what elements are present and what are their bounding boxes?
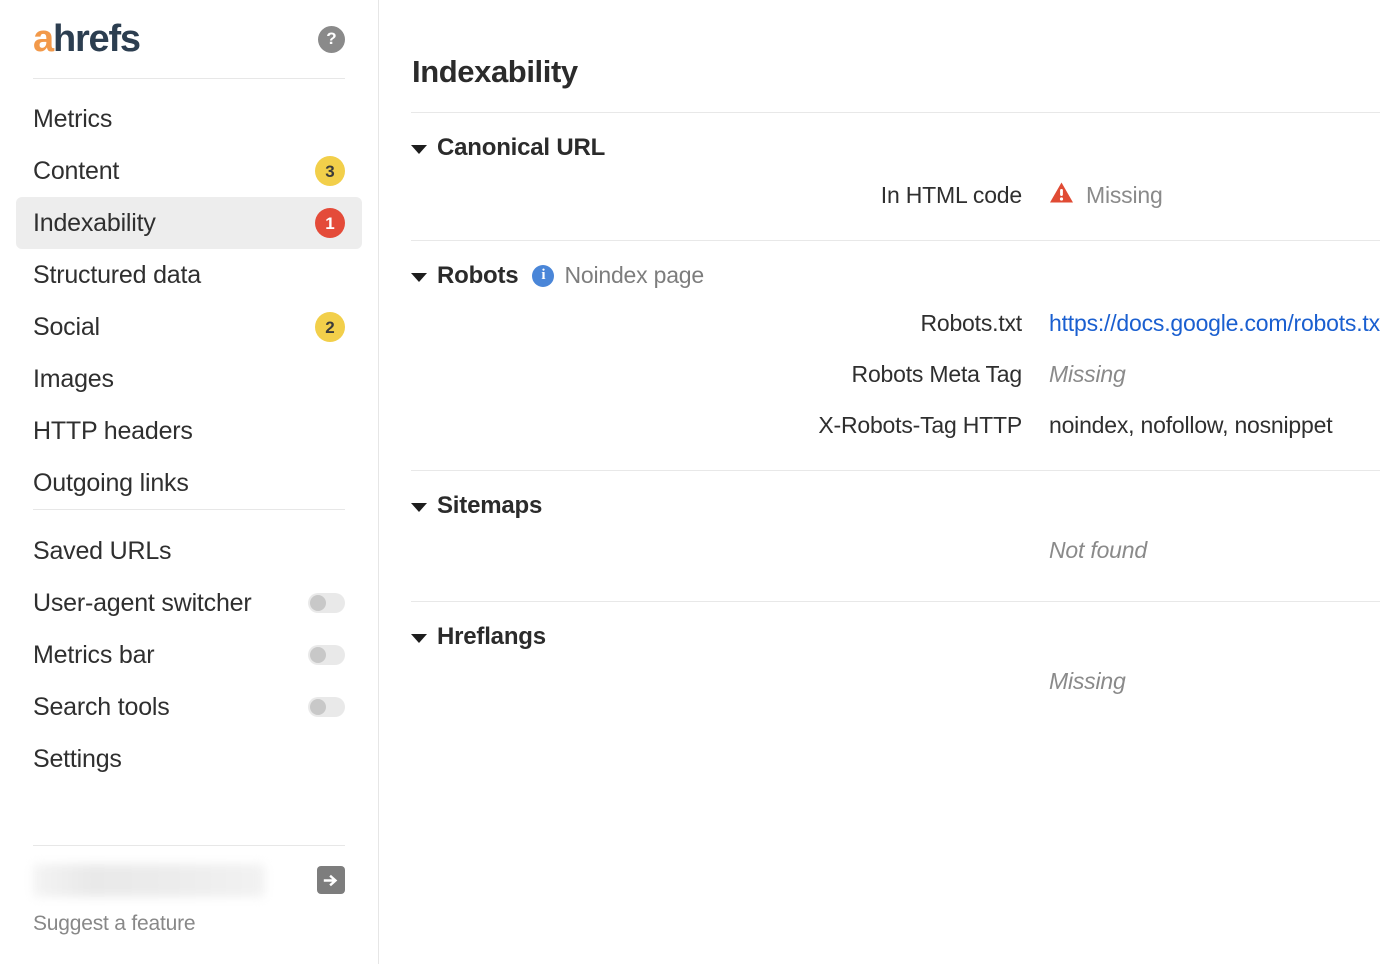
sidebar-footer: Suggest a feature: [16, 845, 362, 964]
page-title: Indexability: [379, 21, 1380, 90]
sidebar-item-label: Metrics: [33, 107, 112, 132]
toggle-metrics-bar[interactable]: [308, 645, 345, 665]
chevron-down-icon[interactable]: [411, 145, 427, 154]
sidebar-item-label: Outgoing links: [33, 471, 189, 496]
sidebar-item-label: Search tools: [33, 695, 170, 720]
info-circle-icon[interactable]: i: [532, 265, 554, 287]
detail-row-value-text: Missing: [1086, 182, 1163, 209]
section-value-text: Not found: [1049, 537, 1147, 564]
sidebar-secondary-nav: Saved URLs User-agent switcher Metrics bar…: [16, 510, 362, 785]
logo-letter-a: a: [33, 18, 53, 60]
section-rows: In HTML code Missing: [411, 162, 1380, 221]
section-header-canonical-url[interactable]: Canonical URL: [411, 113, 1380, 162]
brand-row: ahrefs ?: [16, 0, 362, 78]
ahrefs-logo[interactable]: ahrefs: [33, 20, 140, 58]
detail-row: Robots.txthttps://docs.google.com/robots…: [411, 298, 1380, 349]
ahrefs-seo-toolbar-panel: ahrefs ? Metrics Content 3 Indexability 1 Str…: [0, 0, 1380, 964]
detail-row: In HTML code Missing: [411, 170, 1380, 221]
chevron-down-icon[interactable]: [411, 273, 427, 282]
detail-row-value: noindex, nofollow, nosnippet: [1049, 412, 1332, 439]
section-header-sitemaps[interactable]: Sitemaps: [411, 471, 1380, 520]
section-sitemaps: Sitemaps Not found: [379, 471, 1380, 602]
sidebar: ahrefs ? Metrics Content 3 Indexability 1 Str…: [0, 0, 379, 964]
sidebar-item-badge: 1: [315, 208, 345, 238]
logout-arrow-icon[interactable]: [317, 866, 345, 894]
section-canonical-url: Canonical URL In HTML code Missing: [379, 113, 1380, 241]
help-icon[interactable]: ?: [318, 26, 345, 53]
sidebar-item-content[interactable]: Content 3: [16, 145, 362, 197]
sidebar-item-saved-urls[interactable]: Saved URLs: [16, 525, 362, 577]
sidebar-item-settings[interactable]: Settings: [16, 733, 362, 785]
suggest-a-feature-link[interactable]: Suggest a feature: [16, 900, 362, 964]
sidebar-item-metrics-bar[interactable]: Metrics bar: [16, 629, 362, 681]
help-icon-glyph: ?: [326, 30, 336, 47]
sidebar-item-images[interactable]: Images: [16, 353, 362, 405]
detail-row-value: Missing: [1049, 361, 1126, 388]
sidebar-item-indexability[interactable]: Indexability 1: [16, 197, 362, 249]
sidebar-item-label: HTTP headers: [33, 419, 193, 444]
section-hreflangs: Hreflangs Missing: [379, 602, 1380, 713]
sidebar-item-label: Metrics bar: [33, 643, 154, 668]
detail-row-label: Robots Meta Tag: [411, 361, 1049, 388]
chevron-down-icon[interactable]: [411, 503, 427, 512]
sidebar-item-user-agent-switcher[interactable]: User-agent switcher: [16, 577, 362, 629]
logo-text-hrefs: hrefs: [53, 18, 140, 60]
toggle-knob: [310, 647, 326, 663]
detail-row-value-text: Missing: [1049, 361, 1126, 388]
account-row: [16, 860, 362, 900]
sidebar-divider-bottom: [33, 845, 345, 846]
toggle-search-tools[interactable]: [308, 697, 345, 717]
section-title: Hreflangs: [437, 623, 546, 651]
section-header-robots[interactable]: Robotsi Noindex page: [411, 241, 1380, 290]
section-header-hreflangs[interactable]: Hreflangs: [411, 602, 1380, 651]
section-title: Robots: [437, 262, 518, 290]
sidebar-item-label: Settings: [33, 747, 122, 772]
sections-container: Canonical URLIn HTML codeMissingRobotsiN…: [379, 113, 1380, 713]
sidebar-primary-nav: Metrics Content 3 Indexability 1 Structured d…: [16, 79, 362, 509]
sidebar-item-structured-data[interactable]: Structured data: [16, 249, 362, 301]
detail-row: Robots Meta TagMissing: [411, 349, 1380, 400]
sidebar-item-outgoing-links[interactable]: Outgoing links: [16, 457, 362, 509]
detail-row-value-text: noindex, nofollow, nosnippet: [1049, 412, 1332, 439]
main-content: Indexability Canonical URL In HTML code Mi…: [379, 0, 1380, 964]
detail-row-label: In HTML code: [411, 182, 1049, 209]
sidebar-item-badge: 2: [315, 312, 345, 342]
sidebar-item-search-tools[interactable]: Search tools: [16, 681, 362, 733]
detail-row-link[interactable]: https://docs.google.com/robots.txt: [1049, 310, 1380, 337]
detail-row-value-text: https://docs.google.com/robots.txt: [1049, 310, 1380, 337]
sidebar-item-label: Indexability: [33, 211, 156, 236]
toggle-knob: [310, 595, 326, 611]
section-value-row: Missing: [411, 651, 1380, 713]
sidebar-item-badge: 3: [315, 156, 345, 186]
sidebar-item-label: Social: [33, 315, 100, 340]
sidebar-item-label: Saved URLs: [33, 539, 171, 564]
sidebar-item-social[interactable]: Social 2: [16, 301, 362, 353]
toggle-user-agent-switcher[interactable]: [308, 593, 345, 613]
section-robots: Robotsi Noindex page Robots.txthttps://doc…: [379, 241, 1380, 471]
sidebar-item-label: User-agent switcher: [33, 591, 252, 616]
chevron-down-icon[interactable]: [411, 634, 427, 643]
warning-triangle-icon: [1049, 181, 1074, 210]
sidebar-item-label: Images: [33, 367, 114, 392]
section-title: Sitemaps: [437, 492, 542, 520]
toggle-knob: [310, 699, 326, 715]
sidebar-item-metrics[interactable]: Metrics: [16, 93, 362, 145]
detail-row-label: Robots.txt: [411, 310, 1049, 337]
detail-row-value: Missing: [1049, 181, 1163, 210]
detail-row: X-Robots-Tag HTTPnoindex, nofollow, nosn…: [411, 400, 1380, 451]
account-name-redacted: [33, 864, 265, 897]
section-status-note: Noindex page: [564, 262, 704, 289]
sidebar-item-http-headers[interactable]: HTTP headers: [16, 405, 362, 457]
section-title: Canonical URL: [437, 134, 605, 162]
sidebar-item-label: Structured data: [33, 263, 201, 288]
detail-row-label: X-Robots-Tag HTTP: [411, 412, 1049, 439]
sidebar-item-label: Content: [33, 159, 119, 184]
section-value-row: Not found: [411, 520, 1380, 582]
section-rows: Robots.txthttps://docs.google.com/robots…: [411, 290, 1380, 451]
section-value-text: Missing: [1049, 668, 1126, 695]
